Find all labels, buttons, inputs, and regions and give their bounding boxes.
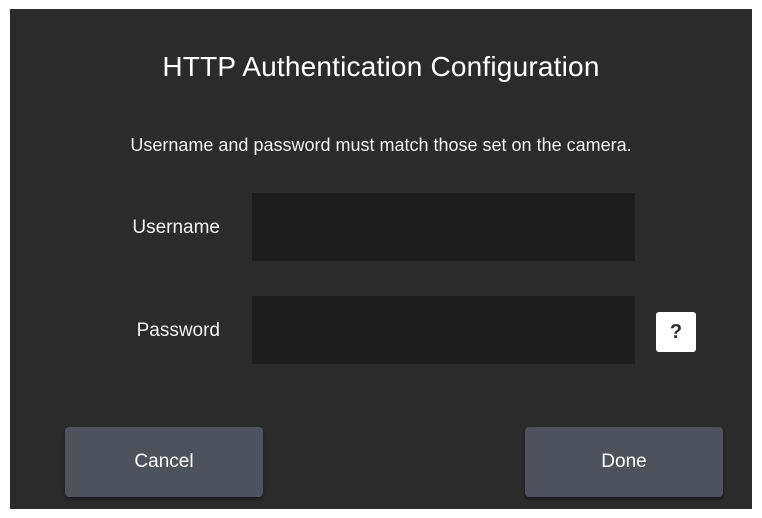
password-field[interactable] bbox=[252, 296, 635, 364]
done-button-label: Done bbox=[601, 451, 647, 472]
http-auth-dialog: HTTP Authentication Configuration Userna… bbox=[10, 9, 752, 509]
password-label: Password bbox=[136, 320, 220, 341]
cancel-button-label: Cancel bbox=[134, 451, 194, 472]
dialog-description: Username and password must match those s… bbox=[130, 135, 632, 155]
cancel-button[interactable]: Cancel bbox=[65, 427, 263, 497]
username-field[interactable] bbox=[252, 193, 635, 261]
question-mark-icon: ? bbox=[669, 320, 683, 343]
help-button[interactable]: ? bbox=[656, 312, 696, 352]
dialog-title: HTTP Authentication Configuration bbox=[162, 51, 600, 82]
username-label: Username bbox=[132, 217, 220, 238]
done-button[interactable]: Done bbox=[525, 427, 723, 497]
